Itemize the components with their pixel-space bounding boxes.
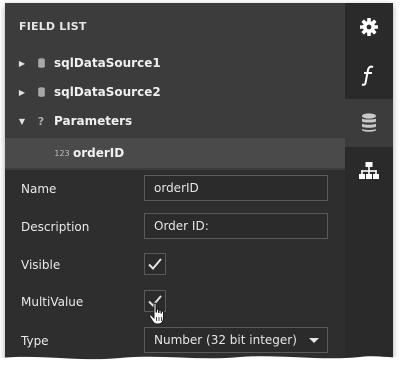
tree-item-parameters[interactable]: ▼ ? Parameters (5, 107, 345, 135)
tree-item-orderid[interactable]: 123 orderID (5, 138, 345, 168)
tree-item-label: sqlDataSource1 (54, 56, 161, 70)
tree-item-label: Parameters (54, 114, 133, 128)
number-type-icon: 123 (54, 148, 70, 158)
database-icon (36, 58, 46, 68)
tree-item-label: orderID (73, 146, 125, 160)
property-row-name: Name orderID (5, 170, 345, 207)
expand-arrow-icon[interactable]: ▶ (18, 88, 26, 97)
panel-title: FIELD LIST (19, 20, 87, 33)
function-icon (361, 65, 374, 86)
description-field[interactable]: Order ID: (144, 213, 328, 239)
gear-icon (360, 18, 378, 36)
property-label: MultiValue (21, 294, 84, 309)
field-list-panel: FIELD LIST ▶ sqlDataSource1 ▶ sqlDataSou… (5, 3, 345, 363)
tree-item-label: sqlDataSource2 (54, 85, 161, 99)
expressions-tab-button[interactable] (345, 51, 393, 99)
hand-cursor-icon (148, 302, 164, 325)
name-field[interactable]: orderID (144, 175, 328, 201)
chevron-down-icon (309, 338, 319, 343)
checkmark-icon (148, 258, 162, 270)
tree-item-sqldatasource2[interactable]: ▶ sqlDataSource2 (5, 78, 345, 106)
collapse-arrow-icon[interactable]: ▼ (18, 117, 26, 126)
property-row-visible: Visible (5, 246, 345, 283)
database-icon (36, 87, 46, 97)
torn-edge-decoration (0, 356, 400, 372)
visible-checkbox[interactable] (144, 253, 166, 275)
field-list-tab-button[interactable] (345, 99, 393, 147)
tree-item-sqldatasource1[interactable]: ▶ sqlDataSource1 (5, 49, 345, 77)
expand-arrow-icon[interactable]: ▶ (18, 59, 26, 68)
field-list-window: FIELD LIST ▶ sqlDataSource1 ▶ sqlDataSou… (5, 3, 393, 363)
report-explorer-tab-button[interactable] (345, 147, 393, 195)
hierarchy-icon (359, 162, 379, 179)
side-toolbar (345, 3, 393, 363)
database-icon (362, 113, 376, 132)
property-grid: Name orderID Description Order ID: Visib… (5, 170, 345, 363)
properties-tab-button[interactable] (345, 3, 393, 51)
type-select[interactable]: Number (32 bit integer) (144, 327, 328, 353)
field-tree: FIELD LIST ▶ sqlDataSource1 ▶ sqlDataSou… (5, 3, 345, 170)
property-label: Name (21, 181, 57, 196)
property-label: Type (21, 333, 49, 348)
question-icon: ? (37, 114, 45, 128)
property-row-description: Description Order ID: (5, 208, 345, 245)
property-label: Description (21, 219, 90, 234)
type-select-value: Number (32 bit integer) (154, 333, 297, 347)
property-label: Visible (21, 257, 61, 272)
property-row-multivalue: MultiValue (5, 283, 345, 320)
